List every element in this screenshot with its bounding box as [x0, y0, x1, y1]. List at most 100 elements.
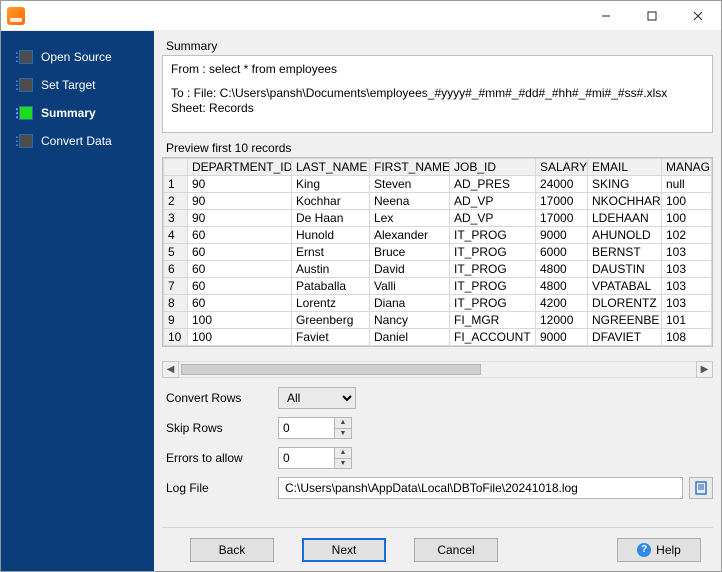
scroll-track[interactable] [179, 361, 696, 378]
cell[interactable]: Austin [292, 261, 370, 278]
table-row[interactable]: 460HunoldAlexanderIT_PROG9000AHUNOLD102 [164, 227, 712, 244]
cell[interactable]: DAUSTIN [588, 261, 662, 278]
cell[interactable]: Kochhar [292, 193, 370, 210]
row-index[interactable]: 5 [164, 244, 188, 261]
step-open-source[interactable]: ⋮ Open Source [1, 43, 154, 71]
cell[interactable]: 17000 [536, 193, 588, 210]
col-department-id[interactable]: DEPARTMENT_ID [188, 159, 292, 176]
cell[interactable]: David [370, 261, 450, 278]
step-summary[interactable]: ⋮ Summary [1, 99, 154, 127]
cell[interactable]: FI_ACCOUNT [450, 329, 536, 346]
cell[interactable]: IT_PROG [450, 261, 536, 278]
cell[interactable]: Greenberg [292, 312, 370, 329]
chevron-down-icon[interactable]: ▼ [335, 459, 351, 469]
step-convert-data[interactable]: ⋮ Convert Data [1, 127, 154, 155]
cell[interactable]: 100 [188, 329, 292, 346]
table-row[interactable]: 10100FavietDanielFI_ACCOUNT9000DFAVIET10… [164, 329, 712, 346]
close-button[interactable] [675, 1, 721, 31]
cell[interactable]: 90 [188, 193, 292, 210]
cell[interactable]: 103 [662, 295, 712, 312]
cell[interactable]: AHUNOLD [588, 227, 662, 244]
horizontal-scrollbar[interactable]: ◀ ▶ [162, 361, 713, 378]
cell[interactable]: Hunold [292, 227, 370, 244]
cell[interactable]: Valli [370, 278, 450, 295]
cell[interactable]: SKING [588, 176, 662, 193]
skip-rows-input[interactable] [278, 417, 334, 439]
col-first-name[interactable]: FIRST_NAME [370, 159, 450, 176]
cell[interactable]: 60 [188, 227, 292, 244]
cell[interactable]: IT_PROG [450, 227, 536, 244]
row-index[interactable]: 8 [164, 295, 188, 312]
cell[interactable]: Alexander [370, 227, 450, 244]
cell[interactable]: 90 [188, 176, 292, 193]
cancel-button[interactable]: Cancel [414, 538, 498, 562]
cell[interactable]: BERNST [588, 244, 662, 261]
row-index[interactable]: 2 [164, 193, 188, 210]
cell[interactable]: Pataballa [292, 278, 370, 295]
cell[interactable]: IT_PROG [450, 278, 536, 295]
row-index[interactable]: 4 [164, 227, 188, 244]
preview-table[interactable]: DEPARTMENT_ID LAST_NAME FIRST_NAME JOB_I… [162, 157, 713, 347]
cell[interactable]: 12000 [536, 312, 588, 329]
cell[interactable]: NGREENBE [588, 312, 662, 329]
col-manager[interactable]: MANAG [662, 159, 712, 176]
col-last-name[interactable]: LAST_NAME [292, 159, 370, 176]
cell[interactable]: 60 [188, 261, 292, 278]
scroll-right-icon[interactable]: ▶ [696, 361, 713, 378]
cell[interactable]: LDEHAAN [588, 210, 662, 227]
help-button[interactable]: ?Help [617, 538, 701, 562]
cell[interactable]: Steven [370, 176, 450, 193]
row-index[interactable]: 1 [164, 176, 188, 193]
cell[interactable]: Neena [370, 193, 450, 210]
table-row[interactable]: 390De HaanLexAD_VP17000LDEHAAN100 [164, 210, 712, 227]
minimize-button[interactable] [583, 1, 629, 31]
cell[interactable]: 103 [662, 261, 712, 278]
chevron-up-icon[interactable]: ▲ [335, 418, 351, 429]
table-row[interactable]: 860LorentzDianaIT_PROG4200DLORENTZ103 [164, 295, 712, 312]
cell[interactable]: 103 [662, 278, 712, 295]
cell[interactable]: 100 [188, 312, 292, 329]
cell[interactable]: VPATABAL [588, 278, 662, 295]
cell[interactable]: Ernst [292, 244, 370, 261]
cell[interactable]: 24000 [536, 176, 588, 193]
cell[interactable]: Diana [370, 295, 450, 312]
col-index[interactable] [164, 159, 188, 176]
cell[interactable]: Faviet [292, 329, 370, 346]
cell[interactable]: 101 [662, 312, 712, 329]
table-row[interactable]: 290KochharNeenaAD_VP17000NKOCHHAR100 [164, 193, 712, 210]
cell[interactable]: Lex [370, 210, 450, 227]
chevron-up-icon[interactable]: ▲ [335, 448, 351, 459]
cell[interactable]: IT_PROG [450, 295, 536, 312]
cell[interactable]: Daniel [370, 329, 450, 346]
convert-rows-select[interactable]: All [278, 387, 356, 409]
cell[interactable]: 9000 [536, 329, 588, 346]
table-row[interactable]: 190KingStevenAD_PRES24000SKINGnull [164, 176, 712, 193]
cell[interactable]: 103 [662, 244, 712, 261]
cell[interactable]: 60 [188, 278, 292, 295]
cell[interactable]: Lorentz [292, 295, 370, 312]
cell[interactable]: 17000 [536, 210, 588, 227]
scroll-left-icon[interactable]: ◀ [162, 361, 179, 378]
log-file-browse-button[interactable] [689, 477, 713, 499]
cell[interactable]: 4800 [536, 278, 588, 295]
cell[interactable]: Nancy [370, 312, 450, 329]
cell[interactable]: 102 [662, 227, 712, 244]
cell[interactable]: 60 [188, 295, 292, 312]
table-row[interactable]: 560ErnstBruceIT_PROG6000BERNST103 [164, 244, 712, 261]
cell[interactable]: null [662, 176, 712, 193]
cell[interactable]: 4800 [536, 261, 588, 278]
row-index[interactable]: 7 [164, 278, 188, 295]
table-row[interactable]: 660AustinDavidIT_PROG4800DAUSTIN103 [164, 261, 712, 278]
table-row[interactable]: 760PataballaValliIT_PROG4800VPATABAL103 [164, 278, 712, 295]
row-index[interactable]: 9 [164, 312, 188, 329]
col-salary[interactable]: SALARY [536, 159, 588, 176]
row-index[interactable]: 3 [164, 210, 188, 227]
cell[interactable]: NKOCHHAR [588, 193, 662, 210]
row-index[interactable]: 10 [164, 329, 188, 346]
cell[interactable]: AD_PRES [450, 176, 536, 193]
cell[interactable]: IT_PROG [450, 244, 536, 261]
cell[interactable]: DLORENTZ [588, 295, 662, 312]
errors-spinner[interactable]: ▲▼ [334, 447, 352, 469]
cell[interactable]: FI_MGR [450, 312, 536, 329]
cell[interactable]: 6000 [536, 244, 588, 261]
